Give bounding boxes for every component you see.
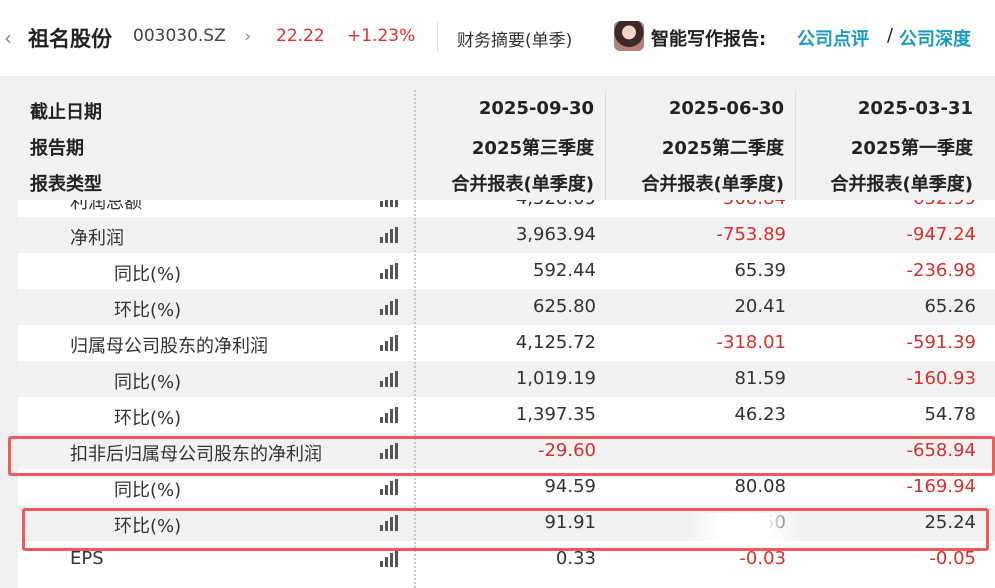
stock-price: 22.22 [276,26,325,46]
table-header: 截止日期 报告期 报表类型 2025-09-30 2025第三季度 合并报表(单… [18,90,995,200]
row-label: 净利润 [70,228,124,249]
table-row[interactable]: 同比(%) 94.59 80.08 -169.94 [18,469,995,505]
table-cell: 80.08 [734,476,786,497]
company-depth-link[interactable]: 公司深度 [899,25,971,51]
back-chevron-icon[interactable]: ‹ [4,26,12,50]
label-period: 报告期 [30,138,84,159]
col2-date: 2025-06-30 [668,98,784,119]
table-cell: -29.60 [537,440,596,461]
section-title: 财务摘要(单季) [457,31,573,51]
table-cell: 91.91 [544,512,596,533]
table-cell: 65.26 [924,296,976,317]
column-divider [414,90,416,588]
col3-type: 合并报表(单季度) [830,174,973,195]
table-row[interactable]: 环比(%) 625.80 20.41 65.26 [18,289,995,325]
ai-report-label: 智能写作报告: [651,29,767,50]
table-cell: 81.59 [734,368,786,389]
table-cell: -169.94 [906,476,976,497]
table-cell: 25.24 [924,512,976,533]
bar-chart-icon[interactable] [380,407,398,423]
col1-date: 2025-09-30 [478,98,594,119]
table-cell: 4,125.72 [515,332,596,353]
bar-chart-icon[interactable] [380,335,398,351]
col2-type: 合并报表(单季度) [641,174,784,195]
bar-chart-icon[interactable] [380,515,398,531]
bar-chart-icon[interactable] [380,551,398,567]
table-row[interactable]: 环比(%)91.9144.5025.24 [18,505,995,541]
price-change: +1.23% [347,26,416,46]
table-row[interactable]: 净利润 3,963.94 -753.89 -947.24 [18,217,995,253]
column-divider [605,90,606,200]
header-divider [437,22,438,52]
company-review-link[interactable]: 公司点评 [797,25,869,51]
table-panel[interactable]: 利润总额4,528.09-508.84-652.99净利润3,963.94-75… [18,90,995,588]
table-cell: 0.33 [555,548,596,569]
col2-period: 2025第二季度 [661,138,784,159]
bar-chart-icon[interactable] [380,227,398,243]
table-cell: 1,019.19 [515,368,596,389]
table-cell: -0.05 [929,548,976,569]
row-label: 环比(%) [114,408,182,429]
table-cell: 592.44 [533,260,596,281]
obscured-cell [690,513,800,543]
table-cell: -591.39 [906,332,976,353]
table-cell: -0.03 [739,548,786,569]
table-row[interactable]: EPS 0.33 -0.03 -0.05 [18,541,995,577]
table-row[interactable]: 同比(%) 1,019.19 81.59 -160.93 [18,361,995,397]
ai-avatar [614,21,644,51]
row-label: 扣非后归属母公司股东的净利润 [70,444,322,465]
bar-chart-icon[interactable] [380,479,398,495]
table-cell: -658.94 [906,440,976,461]
table-cell: 54.78 [924,404,976,425]
label-date: 截止日期 [30,102,102,123]
table-cell: -160.93 [906,368,976,389]
row-label: 环比(%) [114,300,182,321]
table-cell: 94.59 [544,476,596,497]
col1-type: 合并报表(单季度) [451,174,594,195]
table-row[interactable]: 归属母公司股东的净利润 4,125.72 -318.01 -591.39 [18,325,995,361]
row-label: 同比(%) [114,480,182,501]
row-label: 归属母公司股东的净利润 [70,336,268,357]
bar-chart-icon[interactable] [380,263,398,279]
table-cell: 1,397.35 [515,404,596,425]
stock-header: ‹ 祖名股份 003030.SZ › 22.22 +1.23% 财务摘要(单季)… [0,0,995,76]
table-cell: -947.24 [906,224,976,245]
table-row[interactable]: 环比(%) 1,397.35 46.23 54.78 [18,397,995,433]
bar-chart-icon[interactable] [380,371,398,387]
forward-chevron-icon[interactable]: › [244,26,251,47]
stock-name: 祖名股份 [28,27,112,51]
table-cell: -753.89 [716,224,786,245]
bar-chart-icon[interactable] [380,443,398,459]
col3-period: 2025第一季度 [850,138,973,159]
stock-code: 003030.SZ [133,26,226,46]
row-label: 同比(%) [114,372,182,393]
row-label: EPS [70,548,104,569]
table-cell: -236.98 [906,260,976,281]
financial-summary-table: 利润总额4,528.09-508.84-652.99净利润3,963.94-75… [0,76,995,588]
row-label: 同比(%) [114,264,182,285]
column-divider [795,90,796,200]
table-cell: 20.41 [734,296,786,317]
table-cell: 3,963.94 [515,224,596,245]
table-row[interactable]: 扣非后归属母公司股东的净利润 -29.60 -658.94 [18,433,995,469]
table-cell: 46.23 [734,404,786,425]
table-cell: 625.80 [533,296,596,317]
col1-period: 2025第三季度 [471,138,594,159]
table-row[interactable]: 同比(%) 592.44 65.39 -236.98 [18,253,995,289]
table-cell: 65.39 [734,260,786,281]
label-type: 报表类型 [30,174,102,195]
row-label: 环比(%) [114,516,182,537]
table-cell: -318.01 [716,332,786,353]
link-separator: / [887,25,894,46]
col3-date: 2025-03-31 [857,98,973,119]
bar-chart-icon[interactable] [380,299,398,315]
